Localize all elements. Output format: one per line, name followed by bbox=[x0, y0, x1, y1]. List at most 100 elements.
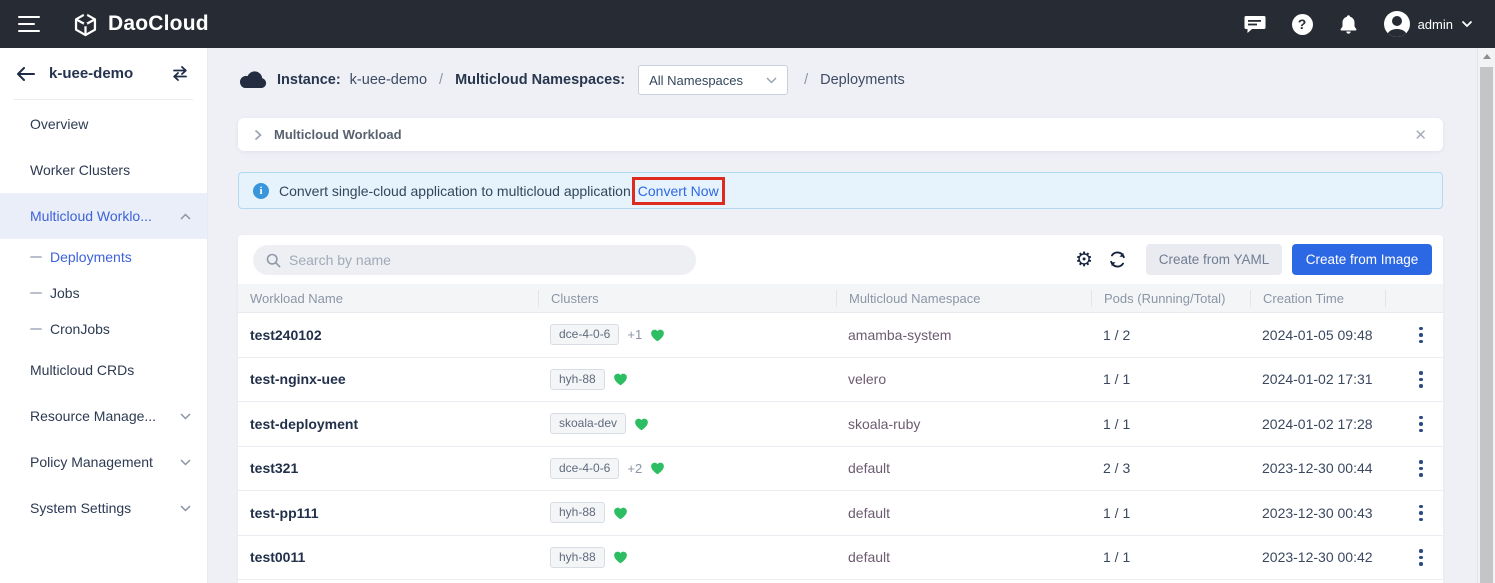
cluster-tag: dce-4-0-6 bbox=[550, 458, 619, 479]
cell-workload-name[interactable]: test321 bbox=[238, 460, 538, 476]
scrollbar-up-arrow-icon[interactable] bbox=[1478, 48, 1495, 65]
chevron-up-icon bbox=[180, 213, 191, 220]
sidebar-item-worker-clusters[interactable]: Worker Clusters bbox=[0, 147, 207, 193]
sidebar-item-multicloud-crds[interactable]: Multicloud CRDs bbox=[0, 347, 207, 393]
cell-creation-time: 2023-12-30 00:43 bbox=[1250, 505, 1385, 521]
cell-namespace: default bbox=[836, 549, 1091, 565]
brand-name: DaoCloud bbox=[108, 12, 209, 36]
menu-icon[interactable] bbox=[18, 16, 40, 32]
chevron-down-icon bbox=[180, 413, 191, 420]
cell-workload-name[interactable]: test240102 bbox=[238, 327, 538, 343]
cluster-tag: dce-4-0-6 bbox=[550, 324, 619, 345]
chat-icon[interactable] bbox=[1244, 15, 1266, 34]
table-row-test321: test321dce-4-0-6+2default2 / 32023-12-30… bbox=[238, 447, 1443, 492]
cell-workload-name[interactable]: test0011 bbox=[238, 549, 538, 565]
cloud-icon bbox=[238, 69, 268, 91]
sidebar-item-policy-management[interactable]: Policy Management bbox=[0, 439, 207, 485]
cluster-tag: hyh-88 bbox=[550, 547, 605, 568]
breadcrumb-separator: / bbox=[436, 72, 446, 88]
cell-creation-time: 2024-01-02 17:28 bbox=[1250, 416, 1385, 432]
cell-workload-name[interactable]: test-pp111 bbox=[238, 505, 538, 521]
cell-actions bbox=[1385, 545, 1443, 570]
create-from-image-button[interactable]: Create from Image bbox=[1292, 244, 1432, 275]
sidebar-item-deployments[interactable]: Deployments bbox=[0, 239, 207, 275]
multicloud-workload-panel[interactable]: Multicloud Workload ✕ bbox=[238, 118, 1443, 151]
user-menu[interactable]: admin bbox=[1384, 11, 1473, 37]
refresh-icon[interactable] bbox=[1108, 250, 1127, 269]
user-name: admin bbox=[1418, 17, 1453, 32]
namespace-select-value: All Namespaces bbox=[649, 73, 766, 88]
cell-workload-name[interactable]: test-deployment bbox=[238, 416, 538, 432]
gear-icon[interactable]: ⚙ bbox=[1075, 250, 1093, 270]
topbar: DaoCloud ? admin bbox=[0, 0, 1495, 48]
brand-logo: DaoCloud bbox=[72, 11, 209, 38]
sidebar-item-label: Jobs bbox=[50, 285, 191, 301]
cell-pods: 1 / 1 bbox=[1091, 549, 1250, 565]
breadcrumb-namespaces-label: Multicloud Namespaces: bbox=[455, 72, 625, 88]
notifications-bell-icon[interactable] bbox=[1339, 14, 1358, 35]
panel-title: Multicloud Workload bbox=[274, 127, 1402, 142]
kebab-menu-icon[interactable] bbox=[1411, 323, 1431, 348]
cell-clusters: hyh-88 bbox=[538, 502, 836, 523]
cell-pods: 1 / 2 bbox=[1091, 327, 1250, 343]
sidebar-item-label: Overview bbox=[30, 116, 191, 132]
kebab-menu-icon[interactable] bbox=[1411, 456, 1431, 481]
column-header-pods-running-total: Pods (Running/Total) bbox=[1091, 290, 1250, 307]
daocloud-cube-icon bbox=[72, 11, 99, 38]
search-icon bbox=[266, 253, 281, 268]
expand-chevron-icon[interactable] bbox=[254, 129, 262, 141]
sidebar-item-resource-manage[interactable]: Resource Manage... bbox=[0, 393, 207, 439]
cell-clusters: hyh-88 bbox=[538, 547, 836, 568]
cluster-tag: hyh-88 bbox=[550, 502, 605, 523]
chevron-down-icon bbox=[180, 459, 191, 466]
kebab-menu-icon[interactable] bbox=[1411, 501, 1431, 526]
sidebar-item-label: Resource Manage... bbox=[30, 408, 174, 424]
sidebar-item-label: CronJobs bbox=[50, 321, 191, 337]
sidebar-item-cronjobs[interactable]: CronJobs bbox=[0, 311, 207, 347]
sidebar-item-jobs[interactable]: Jobs bbox=[0, 275, 207, 311]
cell-clusters: skoala-dev bbox=[538, 413, 836, 434]
cell-clusters: dce-4-0-6+2 bbox=[538, 458, 836, 479]
cell-pods: 2 / 3 bbox=[1091, 460, 1250, 476]
search-input[interactable] bbox=[253, 245, 696, 275]
sidebar-item-multicloud-worklo[interactable]: Multicloud Worklo... bbox=[0, 193, 207, 239]
table-row-test-pp111: test-pp111hyh-88default1 / 12023-12-30 0… bbox=[238, 491, 1443, 536]
vertical-scrollbar[interactable] bbox=[1477, 48, 1495, 583]
cell-workload-name[interactable]: test-nginx-uee bbox=[238, 371, 538, 387]
cell-namespace: default bbox=[836, 460, 1091, 476]
cell-namespace: default bbox=[836, 505, 1091, 521]
create-from-yaml-button[interactable]: Create from YAML bbox=[1146, 244, 1282, 275]
main-content: Instance: k-uee-demo / Multicloud Namesp… bbox=[208, 48, 1495, 583]
help-icon[interactable]: ? bbox=[1292, 14, 1313, 35]
kebab-menu-icon[interactable] bbox=[1411, 412, 1431, 437]
cell-creation-time: 2023-12-30 00:42 bbox=[1250, 549, 1385, 565]
scrollbar-thumb[interactable] bbox=[1480, 67, 1493, 583]
namespace-select[interactable]: All Namespaces bbox=[638, 65, 788, 95]
cell-namespace: skoala-ruby bbox=[836, 416, 1091, 432]
cluster-more-count: +1 bbox=[627, 327, 642, 342]
sidebar-item-overview[interactable]: Overview bbox=[0, 101, 207, 147]
sidebar-item-label: Multicloud Worklo... bbox=[30, 208, 174, 224]
kebab-menu-icon[interactable] bbox=[1411, 545, 1431, 570]
back-arrow-icon[interactable] bbox=[16, 67, 35, 81]
breadcrumb-instance-label: Instance: bbox=[277, 72, 341, 88]
table-header: Workload NameClustersMulticloud Namespac… bbox=[238, 284, 1443, 313]
select-chevron-down-icon bbox=[766, 77, 777, 84]
sidebar: k-uee-demo Overview Worker Clusters Multic… bbox=[0, 48, 208, 583]
switch-instance-icon[interactable] bbox=[171, 66, 189, 81]
breadcrumb-separator: / bbox=[801, 72, 811, 88]
convert-now-link[interactable]: Convert Now bbox=[638, 183, 719, 199]
table-row-test0011: test0011 hyh-88 default1 / 12023-12-30 00:… bbox=[238, 536, 1443, 581]
instance-title: k-uee-demo bbox=[49, 65, 157, 82]
sidebar-item-label: Deployments bbox=[50, 249, 191, 265]
cell-clusters: hyh-88 bbox=[538, 369, 836, 390]
column-header-multicloud-namespace: Multicloud Namespace bbox=[836, 290, 1091, 307]
close-icon[interactable]: ✕ bbox=[1414, 126, 1427, 144]
cell-actions bbox=[1385, 367, 1443, 392]
cell-creation-time: 2024-01-05 09:48 bbox=[1250, 327, 1385, 343]
sidebar-item-system-settings[interactable]: System Settings bbox=[0, 485, 207, 531]
kebab-menu-icon[interactable] bbox=[1411, 367, 1431, 392]
breadcrumb-page: Deployments bbox=[820, 72, 905, 88]
breadcrumb-instance-value[interactable]: k-uee-demo bbox=[350, 72, 427, 88]
avatar bbox=[1384, 11, 1410, 37]
